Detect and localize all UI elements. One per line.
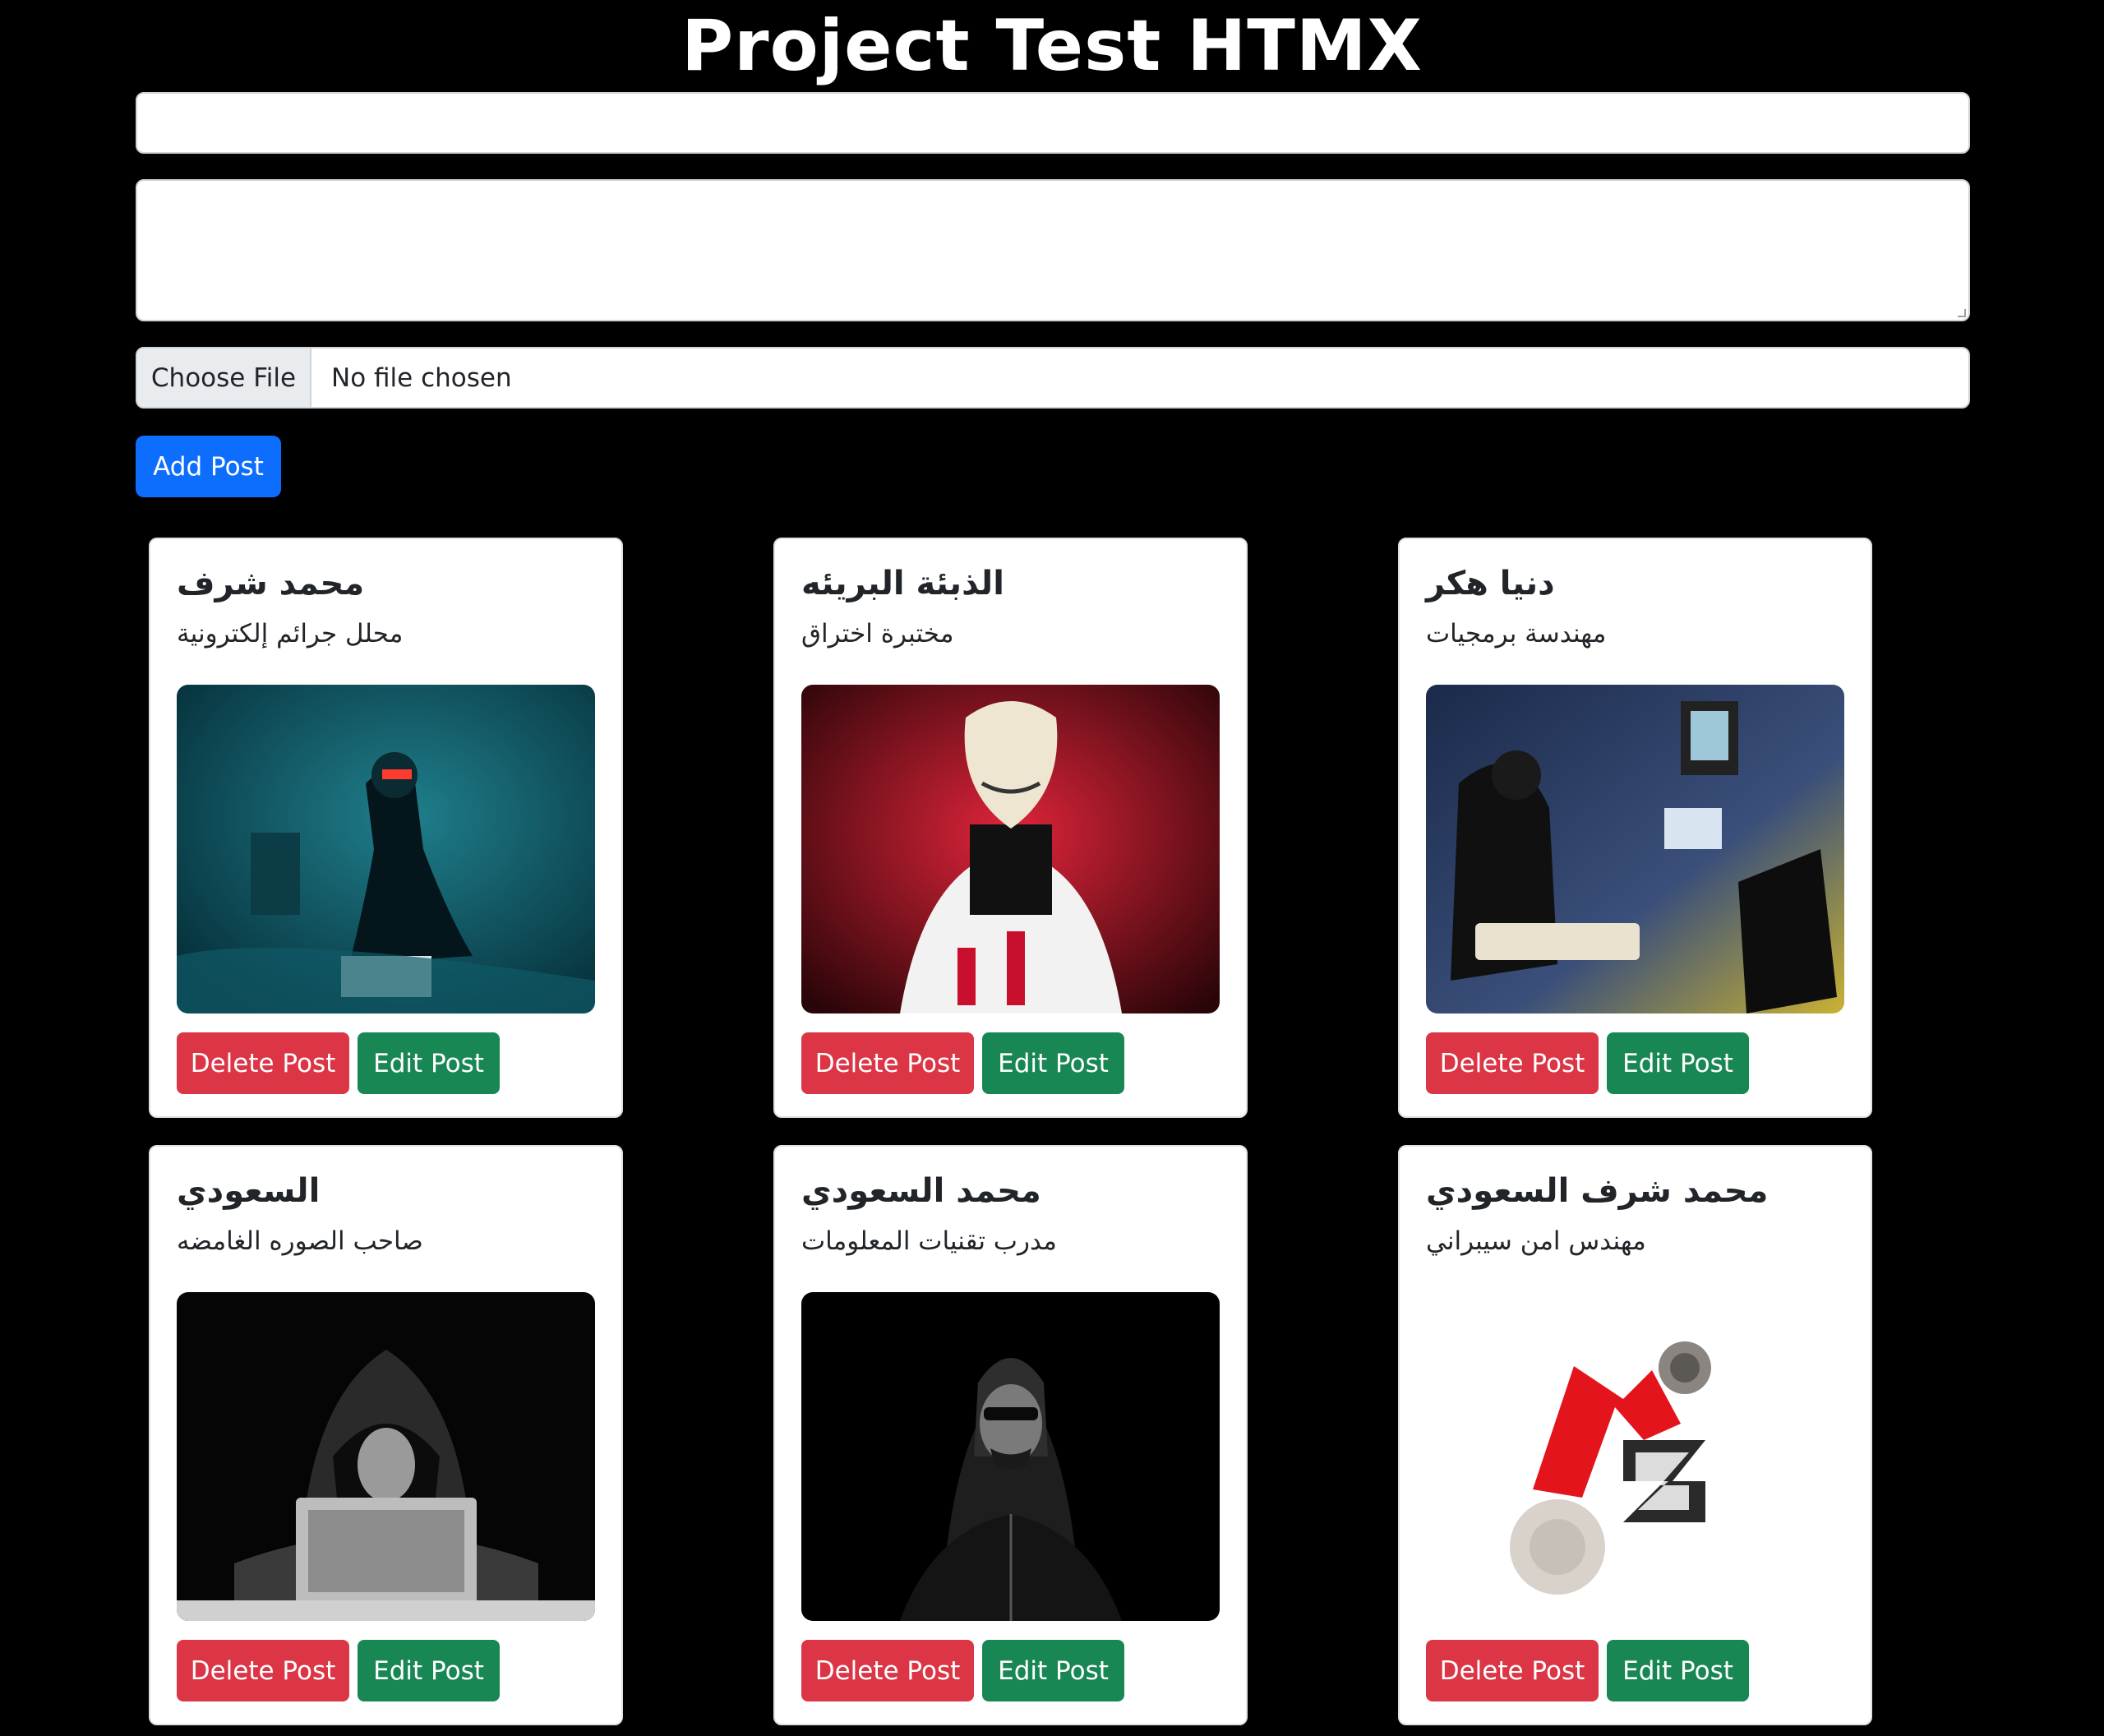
post-title-input[interactable] — [136, 92, 1970, 154]
post-title: محمد شرف السعودي — [1426, 1172, 1769, 1210]
page-title: Project Test HTMX — [681, 5, 1423, 87]
delete-post-button[interactable]: Delete Post — [801, 1032, 974, 1094]
edit-post-button[interactable]: Edit Post — [1607, 1640, 1749, 1701]
delete-post-button[interactable]: Delete Post — [1426, 1032, 1599, 1094]
post-card: محمد شرف محلل جرائم إلكترونية Delete Pos… — [149, 538, 623, 1118]
add-post-button[interactable]: Add Post — [136, 436, 281, 497]
post-subtitle: مختبرة اختراق — [801, 619, 954, 649]
post-title: محمد شرف — [177, 565, 365, 603]
edit-post-button[interactable]: Edit Post — [982, 1032, 1124, 1094]
edit-post-button[interactable]: Edit Post — [358, 1640, 500, 1701]
edit-post-button[interactable]: Edit Post — [358, 1032, 500, 1094]
post-image — [177, 685, 595, 1013]
post-title: السعودي — [177, 1172, 321, 1210]
post-title: محمد السعودي — [801, 1172, 1041, 1210]
post-image — [801, 1292, 1220, 1621]
post-subtitle: صاحب الصوره الغامضه — [177, 1226, 423, 1256]
post-image — [1426, 1292, 1844, 1621]
post-card: محمد شرف السعودي مهندس امن سيبراني Delet… — [1398, 1145, 1872, 1725]
post-subtitle: مهندسة برمجيات — [1426, 619, 1607, 649]
edit-post-button[interactable]: Edit Post — [982, 1640, 1124, 1701]
post-image — [801, 685, 1220, 1013]
post-card: الذبئة البريئه مختبرة اختراق Delete Post… — [773, 538, 1248, 1118]
choose-file-button[interactable]: Choose File — [137, 349, 311, 407]
post-card: دنيا هكر مهندسة برمجيات Delete Post Edit… — [1398, 538, 1872, 1118]
resize-grip-icon[interactable] — [1958, 309, 1966, 317]
edit-post-button[interactable]: Edit Post — [1607, 1032, 1749, 1094]
delete-post-button[interactable]: Delete Post — [1426, 1640, 1599, 1701]
post-title: دنيا هكر — [1426, 565, 1555, 603]
post-card: السعودي صاحب الصوره الغامضه Delete Post … — [149, 1145, 623, 1725]
post-image — [177, 1292, 595, 1621]
file-input[interactable]: Choose File No file chosen — [136, 347, 1970, 409]
delete-post-button[interactable]: Delete Post — [177, 1640, 349, 1701]
post-image — [1426, 685, 1844, 1013]
post-card: محمد السعودي مدرب تقنيات المعلومات Delet… — [773, 1145, 1248, 1725]
post-subtitle: مهندس امن سيبراني — [1426, 1226, 1646, 1256]
delete-post-button[interactable]: Delete Post — [801, 1640, 974, 1701]
post-title: الذبئة البريئه — [801, 565, 1004, 603]
post-subtitle: محلل جرائم إلكترونية — [177, 619, 404, 649]
file-status-text: No file chosen — [331, 362, 512, 393]
post-subtitle: مدرب تقنيات المعلومات — [801, 1226, 1057, 1256]
delete-post-button[interactable]: Delete Post — [177, 1032, 349, 1094]
post-body-textarea[interactable] — [136, 179, 1970, 321]
